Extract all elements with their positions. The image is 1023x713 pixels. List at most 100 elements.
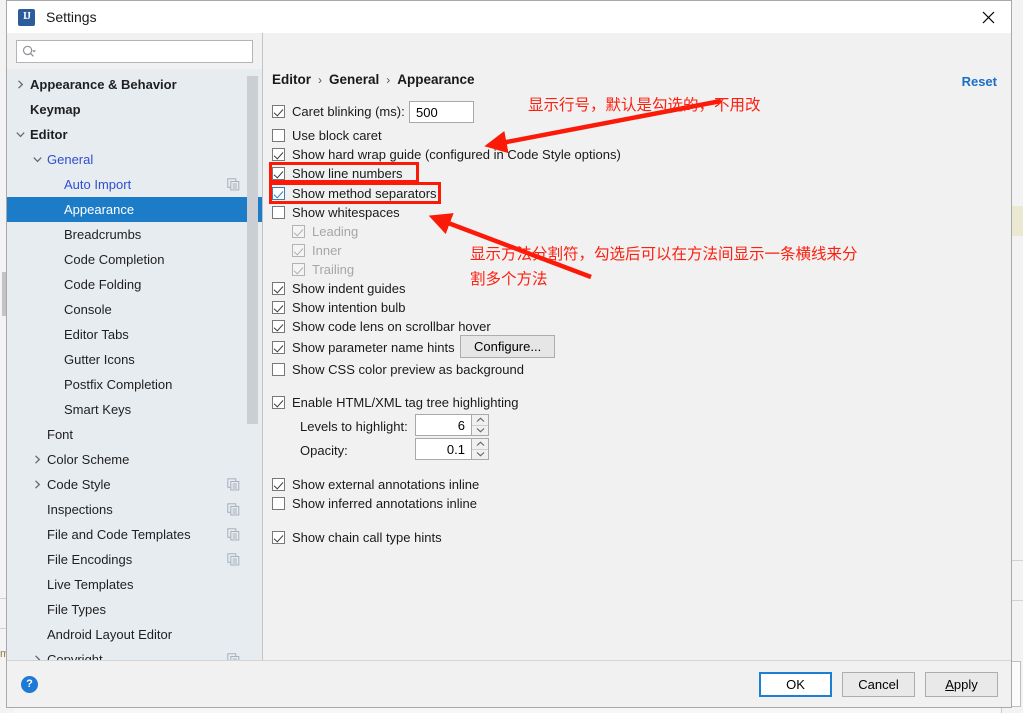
sidebar-item-code-folding[interactable]: Code Folding <box>7 272 262 297</box>
copy-icon[interactable] <box>227 653 240 660</box>
show-method-separators-label: Show method separators <box>292 186 437 201</box>
opacity-value[interactable]: 0.1 <box>415 438 472 460</box>
option-enable-html-xml-tag-tree[interactable]: Enable HTML/XML tag tree highlighting <box>272 395 518 410</box>
search-input[interactable] <box>37 42 252 61</box>
opacity-spinner[interactable]: 0.1 <box>415 438 489 460</box>
copy-icon[interactable] <box>227 478 240 491</box>
chevron-right-icon[interactable] <box>32 479 43 490</box>
breadcrumb-editor[interactable]: Editor <box>272 72 311 87</box>
option-show-parameter-name-hints[interactable]: Show parameter name hints <box>272 340 455 355</box>
show-code-lens-checkbox[interactable] <box>272 320 285 333</box>
sidebar-item-label: Code Completion <box>64 252 165 267</box>
sidebar-item-console[interactable]: Console <box>7 297 262 322</box>
sidebar-item-gutter-icons[interactable]: Gutter Icons <box>7 347 262 372</box>
copy-icon[interactable] <box>227 503 240 516</box>
use-block-caret-checkbox[interactable] <box>272 129 285 142</box>
breadcrumb-appearance: Appearance <box>397 72 475 87</box>
option-show-external-annotations[interactable]: Show external annotations inline <box>272 477 479 492</box>
chevron-down-icon[interactable] <box>32 154 43 165</box>
copy-icon[interactable] <box>227 178 240 191</box>
sidebar-item-inspections[interactable]: Inspections <box>7 497 262 522</box>
sidebar-item-label: Console <box>64 302 112 317</box>
show-external-annotations-checkbox[interactable] <box>272 478 285 491</box>
sidebar-item-label: File Encodings <box>47 552 133 567</box>
ok-button[interactable]: OK <box>759 671 832 697</box>
sidebar-item-file-types[interactable]: File Types <box>7 597 262 622</box>
chevron-right-icon[interactable] <box>15 79 26 90</box>
option-show-indent-guides[interactable]: Show indent guides <box>272 281 405 296</box>
opacity-label: Opacity: <box>300 443 348 458</box>
sidebar-item-live-templates[interactable]: Live Templates <box>7 572 262 597</box>
sidebar-item-breadcrumbs[interactable]: Breadcrumbs <box>7 222 262 247</box>
opacity-stepper[interactable] <box>472 438 489 460</box>
levels-to-highlight-stepper[interactable] <box>472 414 489 436</box>
show-intention-bulb-checkbox[interactable] <box>272 301 285 314</box>
breadcrumb-general[interactable]: General <box>329 72 379 87</box>
show-line-numbers-checkbox[interactable] <box>272 167 285 180</box>
show-whitespaces-label: Show whitespaces <box>292 205 400 220</box>
levels-to-highlight-value[interactable]: 6 <box>415 414 472 436</box>
copy-icon[interactable] <box>227 553 240 566</box>
show-indent-guides-checkbox[interactable] <box>272 282 285 295</box>
sidebar-item-editor-tabs[interactable]: Editor Tabs <box>7 322 262 347</box>
option-show-whitespaces[interactable]: Show whitespaces <box>272 205 400 220</box>
show-whitespaces-checkbox[interactable] <box>272 206 285 219</box>
show-parameter-name-hints-checkbox[interactable] <box>272 341 285 354</box>
option-show-hard-wrap-guide[interactable]: Show hard wrap guide (configured in Code… <box>272 147 621 162</box>
sidebar-item-postfix-completion[interactable]: Postfix Completion <box>7 372 262 397</box>
option-show-css-color-preview[interactable]: Show CSS color preview as background <box>272 362 524 377</box>
sidebar-item-auto-import[interactable]: Auto Import <box>7 172 262 197</box>
chevron-down-icon[interactable] <box>15 129 26 140</box>
option-show-code-lens[interactable]: Show code lens on scrollbar hover <box>272 319 491 334</box>
enable-html-xml-tag-tree-checkbox[interactable] <box>272 396 285 409</box>
option-show-method-separators[interactable]: Show method separators <box>272 186 437 201</box>
stepper-down-icon[interactable] <box>472 426 488 436</box>
stepper-down-icon-2[interactable] <box>472 450 488 460</box>
sidebar-item-font[interactable]: Font <box>7 422 262 447</box>
sidebar-item-copyright[interactable]: Copyright <box>7 647 262 660</box>
search-box[interactable] <box>16 40 253 63</box>
sidebar-item-appearance[interactable]: Appearance <box>7 197 262 222</box>
option-show-chain-call-type-hints[interactable]: Show chain call type hints <box>272 530 442 545</box>
copy-icon[interactable] <box>227 528 240 541</box>
show-hard-wrap-guide-label: Show hard wrap guide (configured in Code… <box>292 147 621 162</box>
sidebar-item-color-scheme[interactable]: Color Scheme <box>7 447 262 472</box>
show-hard-wrap-guide-checkbox[interactable] <box>272 148 285 161</box>
sidebar-item-appearance-behavior[interactable]: Appearance & Behavior <box>7 72 262 97</box>
sidebar-scrollbar-thumb[interactable] <box>247 76 258 424</box>
apply-button[interactable]: Apply <box>925 671 998 697</box>
sidebar-item-code-style[interactable]: Code Style <box>7 472 262 497</box>
close-icon[interactable] <box>965 1 1011 33</box>
sidebar-item-editor[interactable]: Editor <box>7 122 262 147</box>
option-use-block-caret[interactable]: Use block caret <box>272 128 382 143</box>
caret-blinking-value: 500 <box>416 104 438 120</box>
logo-text: IJ <box>23 11 31 22</box>
sidebar-item-keymap[interactable]: Keymap <box>7 97 262 122</box>
reset-link[interactable]: Reset <box>962 74 997 89</box>
chevron-right-icon[interactable] <box>32 454 43 465</box>
dialog-title: Settings <box>46 9 97 25</box>
levels-to-highlight-spinner[interactable]: 6 <box>415 414 489 436</box>
chevron-right-icon-2: › <box>386 72 391 87</box>
help-icon[interactable]: ? <box>21 675 38 693</box>
show-inferred-annotations-checkbox[interactable] <box>272 497 285 510</box>
show-chain-call-type-hints-checkbox[interactable] <box>272 531 285 544</box>
stepper-up-icon[interactable] <box>472 415 488 426</box>
sidebar-item-general[interactable]: General <box>7 147 262 172</box>
sidebar-item-label: Color Scheme <box>47 452 130 467</box>
option-show-line-numbers[interactable]: Show line numbers <box>272 166 403 181</box>
stepper-up-icon-2[interactable] <box>472 439 488 450</box>
caret-blinking-checkbox[interactable] <box>272 105 285 118</box>
sidebar-item-code-completion[interactable]: Code Completion <box>7 247 262 272</box>
sidebar-item-android-layout-editor[interactable]: Android Layout Editor <box>7 622 262 647</box>
sidebar-item-smart-keys[interactable]: Smart Keys <box>7 397 262 422</box>
sidebar-item-file-and-code-templates[interactable]: File and Code Templates <box>7 522 262 547</box>
show-method-separators-checkbox[interactable] <box>272 187 285 200</box>
caret-blinking-input[interactable]: 500 <box>409 101 474 123</box>
option-show-inferred-annotations[interactable]: Show inferred annotations inline <box>272 496 477 511</box>
configure-button[interactable]: Configure... <box>460 335 556 358</box>
cancel-button[interactable]: Cancel <box>842 671 915 697</box>
option-show-intention-bulb[interactable]: Show intention bulb <box>272 300 405 315</box>
sidebar-item-file-encodings[interactable]: File Encodings <box>7 547 262 572</box>
show-css-color-preview-checkbox[interactable] <box>272 363 285 376</box>
